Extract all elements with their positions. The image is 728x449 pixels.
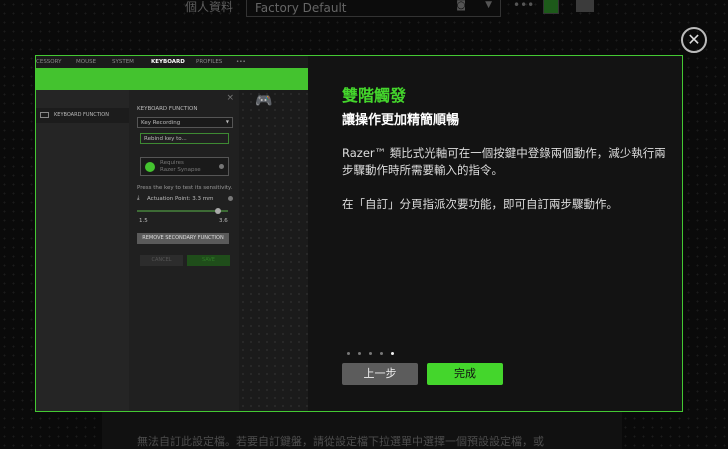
back-button[interactable]: 上一步 <box>342 363 418 385</box>
page-dot[interactable] <box>347 352 350 355</box>
close-button[interactable]: ✕ <box>681 27 707 53</box>
profile-label: 個人資料 <box>185 0 234 14</box>
tab: ••• <box>236 59 246 65</box>
profile-dropdown[interactable]: Factory Default ◙ ▼ <box>246 0 501 17</box>
controller-icon: 🎮 <box>255 93 273 109</box>
feature-subtitle: 讓操作更加精簡順暢 <box>342 113 460 128</box>
requires-text: Requires <box>160 160 184 166</box>
cancel-button: CANCEL <box>140 255 183 266</box>
feature-description: 雙階觸發 讓操作更加精簡順暢 Razer™ 類比式光軸可在一個按鍵中登錄兩個動作… <box>342 82 672 213</box>
sidebar-item: KEYBOARD FUNCTION <box>36 108 129 123</box>
tab: PROFILES <box>196 59 223 65</box>
requires-synapse: Requires Razer Synapse <box>140 157 229 176</box>
sidebar-item-label: KEYBOARD FUNCTION <box>54 112 109 118</box>
actuation-label: Actuation Point: 3.3 mm <box>147 196 214 202</box>
book-icon[interactable] <box>576 0 594 12</box>
more-button[interactable]: ••• <box>513 0 534 12</box>
remove-secondary-button: REMOVE SECONDARY FUNCTION <box>137 233 229 244</box>
page-indicator <box>347 340 402 359</box>
save-button: SAVE <box>187 255 230 266</box>
actuation-slider <box>137 208 228 214</box>
panel-title: KEYBOARD FUNCTION <box>137 106 198 112</box>
close-icon: × <box>226 93 234 103</box>
page-dot[interactable] <box>369 352 372 355</box>
profile-icon: ◙ <box>456 0 466 11</box>
screenshot-tabs: CESSORY MOUSE SYSTEM KEYBOARD PROFILES •… <box>36 56 308 68</box>
done-button[interactable]: 完成 <box>427 363 503 385</box>
function-dropdown: Key Recording ▼ <box>137 117 233 128</box>
tab: MOUSE <box>76 59 97 65</box>
tutorial-modal: CESSORY MOUSE SYSTEM KEYBOARD PROFILES •… <box>35 55 683 412</box>
device-pane: 🎮 <box>239 90 308 411</box>
tab: KEYBOARD <box>151 59 185 65</box>
battery-icon[interactable] <box>543 0 559 14</box>
left-pane <box>36 90 129 411</box>
bottom-message: 無法自訂此設定檔。若要自訂鍵盤，請從設定檔下拉選單中選擇一個預設設定檔，或 <box>102 412 622 449</box>
function-panel: × KEYBOARD FUNCTION Key Recording ▼ Rebin… <box>129 90 239 411</box>
profile-value: Factory Default <box>255 1 347 15</box>
slider-max: 3.6 <box>219 218 228 224</box>
green-header <box>36 68 308 90</box>
feature-paragraph: 在「自訂」分頁指派次要功能，即可自訂兩步驟動作。 <box>342 197 618 211</box>
rebind-field: Rebind key to... <box>140 133 229 144</box>
chevron-down-icon: ▼ <box>225 119 229 124</box>
hint-text: Press the key to test its sensitivity. <box>137 185 233 191</box>
feature-screenshot: CESSORY MOUSE SYSTEM KEYBOARD PROFILES •… <box>36 56 308 411</box>
feature-title: 雙階觸發 <box>342 86 407 105</box>
info-icon <box>219 164 224 169</box>
feature-paragraph: Razer™ 類比式光軸可在一個按鍵中登錄兩個動作，減少執行兩步驟動作時所需要輸… <box>342 146 666 177</box>
tab: CESSORY <box>36 59 62 65</box>
slider-thumb <box>215 208 221 214</box>
page-dot[interactable] <box>358 352 361 355</box>
page-dot[interactable] <box>391 352 394 355</box>
synapse-icon <box>145 162 155 172</box>
tab: SYSTEM <box>112 59 134 65</box>
download-icon: ⤓ <box>137 195 140 201</box>
info-icon <box>228 196 233 201</box>
page-dot[interactable] <box>380 352 383 355</box>
keyboard-icon <box>40 112 49 118</box>
chevron-down-icon: ▼ <box>485 0 492 10</box>
dropdown-value: Key Recording <box>141 120 181 126</box>
bottom-text: 無法自訂此設定檔。若要自訂鍵盤，請從設定檔下拉選單中選擇一個預設設定檔，或 <box>137 435 544 448</box>
slider-min: 1.5 <box>139 218 148 224</box>
requires-text: Razer Synapse <box>160 167 201 173</box>
